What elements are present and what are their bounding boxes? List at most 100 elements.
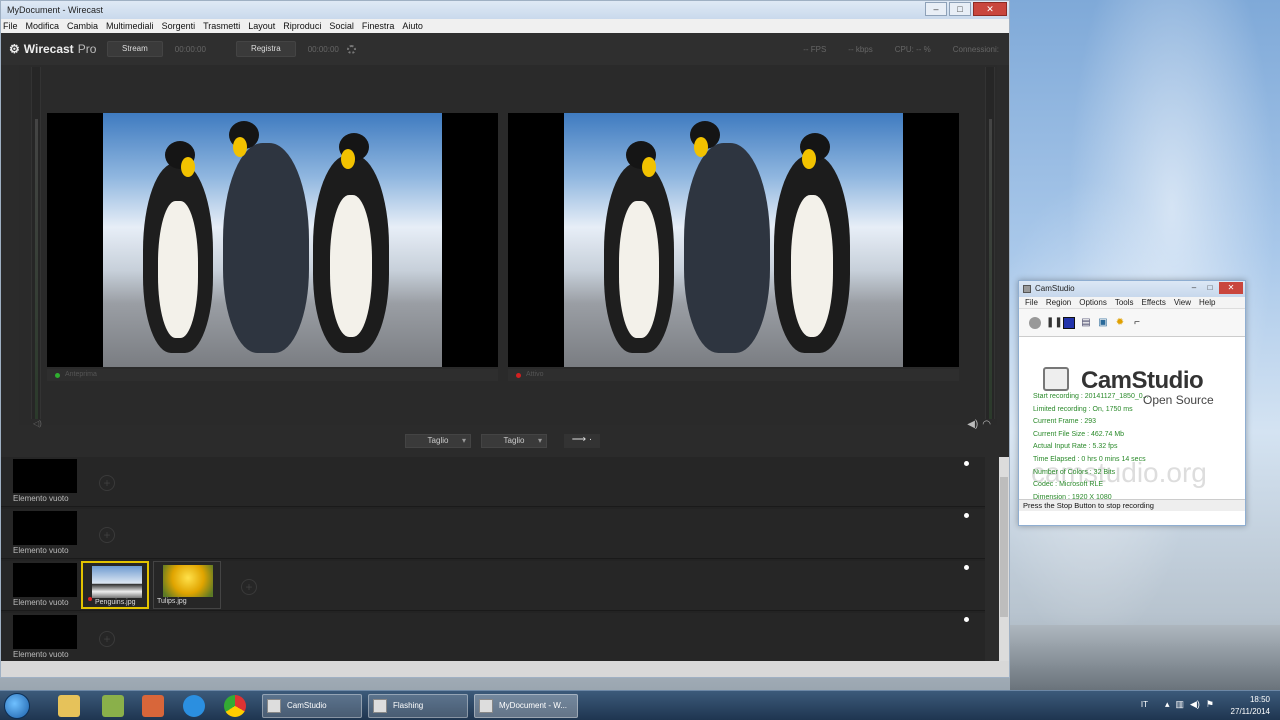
cs-menu-file[interactable]: File [1025,297,1038,308]
internet-explorer-icon[interactable] [183,695,205,717]
stat-limited: Limited recording : On, 1750 ms [1033,405,1133,413]
cpu-readout: CPU: -- % [894,45,931,54]
network-icon[interactable]: ▥ [1175,699,1184,710]
start-button[interactable] [4,693,30,719]
transition-select-2[interactable]: Taglio ▾ [481,434,547,448]
record-icon[interactable] [1029,316,1041,329]
task-flashing[interactable]: Flashing [368,694,468,718]
language-indicator[interactable]: IT [1141,700,1148,709]
camstudio-status-bar: Press the Stop Button to stop recording [1019,499,1245,511]
menu-trasmetti[interactable]: Trasmetti [203,19,240,33]
menu-aiuto[interactable]: Aiuto [402,19,423,33]
task-wirecast[interactable]: MyDocument - W... [474,694,578,718]
media-caption: Penguins.jpg [95,599,136,606]
menu-cambia[interactable]: Cambia [67,19,98,33]
add-shot-icon[interactable]: + [99,631,115,647]
layer-controls[interactable] [959,509,973,553]
shot-item[interactable]: Elemento vuoto [13,563,77,609]
cs-menu-help[interactable]: Help [1199,297,1215,308]
chevron-down-icon: ▾ [537,436,542,445]
layer-controls[interactable] [959,561,973,605]
tulips-thumbnail [163,565,213,597]
layer-controls[interactable] [959,613,973,657]
settings-gear-icon[interactable] [346,44,356,54]
menu-file[interactable]: File [3,19,18,33]
menu-finestra[interactable]: Finestra [362,19,395,33]
cs-menu-options[interactable]: Options [1079,297,1107,308]
connections-readout: Connessioni: [952,45,999,54]
vlc-icon[interactable] [142,695,164,717]
media-shot-tulips[interactable]: Tulips.jpg [153,561,221,609]
add-shot-icon[interactable]: + [99,527,115,543]
tray-icons: ▴ ▥ ◀) ⚑ [1165,699,1214,710]
stat-start: Start recording : 20141127_1850_0... [1033,393,1149,400]
preview-label: Anteprima [65,371,97,378]
maximize-button[interactable]: □ [949,2,971,16]
cs-menu-region[interactable]: Region [1046,297,1071,308]
menu-modifica[interactable]: Modifica [26,19,60,33]
app-icon[interactable] [102,695,124,717]
stat-file-size: Current File Size : 462.74 Mb [1033,430,1125,438]
stop-icon[interactable] [1063,316,1075,329]
cs-menu-effects[interactable]: Effects [1142,297,1166,308]
speaker-icon[interactable]: ◀) [967,419,978,430]
preview-pane[interactable] [47,113,498,367]
penguins-live-image [564,113,903,367]
layers-panel: Elemento vuoto + Elemento vuoto + Elemen… [1,457,985,663]
chevron-down-icon: ▾ [461,436,466,445]
stats-bar: -- FPS -- kbps CPU: -- % Connessioni: [803,45,999,54]
shot-item[interactable]: Elemento vuoto [13,615,77,661]
penguin-figure [313,133,389,353]
camstudio-menu: File Region Options Tools Effects View H… [1019,297,1245,309]
add-shot-icon[interactable]: + [241,579,257,595]
record-button[interactable]: Registra [235,41,296,57]
shot-item[interactable]: Elemento vuoto [13,511,77,557]
chrome-icon[interactable] [224,695,246,717]
brand-suffix: Pro [77,42,97,56]
menu-social[interactable]: Social [329,19,354,33]
penguin-figure [143,141,213,353]
pause-icon[interactable]: ❚❚ [1046,317,1063,329]
window-title: MyDocument - Wirecast [7,5,104,15]
menu-layout[interactable]: Layout [248,19,275,33]
layer-row: Elemento vuoto + [1,457,985,507]
flag-icon[interactable]: ⚑ [1206,699,1214,710]
shot-item[interactable]: Elemento vuoto [13,459,77,505]
layer-controls[interactable] [959,457,973,501]
close-button[interactable]: ✕ [973,2,1007,16]
add-shot-icon[interactable]: + [99,475,115,491]
maximize-button[interactable]: □ [1203,282,1217,294]
tray-arrow-icon[interactable]: ▴ [1165,699,1170,710]
camstudio-brand-sub: Open Source [1143,393,1214,407]
menu-multimediali[interactable]: Multimediali [106,19,154,33]
task-camstudio[interactable]: CamStudio [262,694,362,718]
transition-select-1[interactable]: Taglio ▾ [405,434,471,448]
minimize-button[interactable]: – [925,2,947,16]
volume-icon[interactable]: ◀) [1190,699,1200,710]
minimize-button[interactable]: – [1187,282,1201,294]
stream-button[interactable]: Stream [107,41,163,57]
cs-menu-tools[interactable]: Tools [1115,297,1134,308]
close-button[interactable]: ✕ [1219,282,1243,294]
options-icon[interactable]: ▤ [1080,317,1092,329]
clock[interactable]: 18:50 27/11/2014 [1231,694,1270,718]
camstudio-logo-icon [1043,367,1069,391]
headphones-icon[interactable]: ◠ [982,419,991,430]
effects-icon[interactable]: ✹ [1114,317,1126,329]
penguin-figure [604,141,674,353]
go-button[interactable]: ⟶ · [564,434,600,448]
live-indicator-icon [88,597,92,601]
live-label-bar: Attivo [508,369,959,381]
speaker-mute-icon[interactable]: ◁) [33,419,42,428]
media-shot-penguins[interactable]: Penguins.jpg [81,561,149,609]
cs-menu-view[interactable]: View [1174,297,1191,308]
video-icon[interactable]: ▣ [1097,317,1109,329]
region-icon[interactable]: ⌐ [1131,317,1143,329]
media-caption: Tulips.jpg [157,598,187,605]
menu-riproduci[interactable]: Riproduci [283,19,321,33]
camstudio-window: CamStudio – □ ✕ File Region Options Tool… [1018,280,1246,526]
layers-scrollbar[interactable] [999,457,1009,661]
menu-sorgenti[interactable]: Sorgenti [162,19,196,33]
live-pane[interactable] [508,113,959,367]
explorer-icon[interactable] [58,695,80,717]
